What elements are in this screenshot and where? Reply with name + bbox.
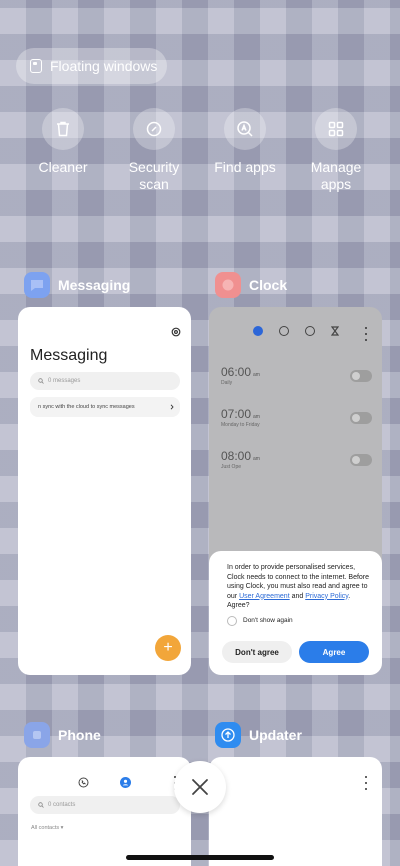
clock-app-name: Clock bbox=[249, 277, 288, 293]
security-scan-icon bbox=[146, 121, 162, 137]
alarm-tab-icon[interactable] bbox=[253, 326, 263, 336]
contacts-search-input[interactable]: 0 contacts bbox=[30, 796, 180, 814]
alarm-repeat: Daily bbox=[221, 380, 233, 386]
search-icon bbox=[38, 802, 44, 808]
dont-show-again-label: Don't show again bbox=[243, 617, 293, 624]
phone-app-name: Phone bbox=[58, 727, 101, 743]
alarm-item[interactable]: 08:00 am Just Ope bbox=[221, 449, 260, 470]
privacy-policy-link[interactable]: Privacy Policy bbox=[305, 593, 348, 600]
trash-icon bbox=[57, 121, 69, 137]
clock-card[interactable]: 06:00 am Daily 07:00 am Monday to Friday 0… bbox=[209, 307, 382, 675]
phone-card[interactable]: 0 contacts All contacts ▾ bbox=[18, 757, 191, 866]
messaging-search-placeholder: 0 messages bbox=[48, 378, 81, 384]
alarm-time: 08:00 bbox=[221, 449, 252, 463]
agree-button[interactable]: Agree bbox=[299, 641, 369, 663]
alarm-toggle[interactable] bbox=[350, 370, 372, 382]
cloud-sync-banner[interactable]: n sync with the cloud to sync messages bbox=[30, 397, 180, 417]
alarm-repeat: Just Ope bbox=[221, 464, 242, 470]
plus-icon: + bbox=[163, 639, 173, 656]
updater-app-name: Updater bbox=[249, 727, 302, 743]
phone-header: Phone bbox=[24, 722, 101, 748]
clock-more-icon[interactable] bbox=[364, 327, 368, 341]
messaging-card[interactable]: Messaging 0 messages n sync with the clo… bbox=[18, 307, 191, 675]
updater-more-icon[interactable] bbox=[364, 776, 368, 790]
home-indicator[interactable] bbox=[126, 855, 274, 860]
dont-show-again-checkbox[interactable]: Don't show again bbox=[227, 615, 372, 626]
user-agreement-link[interactable]: User Agreement bbox=[239, 593, 290, 600]
security-scan-label: Security scan bbox=[128, 159, 180, 192]
all-contacts-label: All contacts ▾ bbox=[31, 825, 64, 831]
manage-apps-label: Manage apps bbox=[310, 159, 362, 192]
updater-card[interactable] bbox=[209, 757, 382, 866]
alarm-repeat: Monday to Friday bbox=[221, 422, 260, 428]
manage-apps-button[interactable]: Manage apps bbox=[296, 108, 376, 193]
messaging-title: Messaging bbox=[30, 347, 108, 364]
alarm-ampm: am bbox=[253, 372, 260, 378]
cleaner-button[interactable]: Cleaner bbox=[23, 108, 103, 176]
updater-header: Updater bbox=[215, 722, 302, 748]
find-apps-icon bbox=[237, 121, 253, 137]
floating-windows-label: Floating windows bbox=[50, 58, 158, 74]
settings-icon[interactable] bbox=[171, 327, 181, 337]
alarm-item[interactable]: 07:00 am Monday to Friday bbox=[221, 407, 260, 428]
manage-apps-icon bbox=[328, 121, 344, 137]
dont-agree-button[interactable]: Don't agree bbox=[222, 641, 292, 663]
find-apps-label: Find apps bbox=[214, 159, 276, 175]
alarm-ampm: am bbox=[253, 456, 260, 462]
security-scan-button[interactable]: Security scan bbox=[114, 108, 194, 193]
contacts-search-placeholder: 0 contacts bbox=[48, 802, 76, 808]
close-icon bbox=[192, 779, 208, 795]
clear-all-button[interactable] bbox=[174, 761, 226, 813]
messaging-search-input[interactable]: 0 messages bbox=[30, 372, 180, 390]
consent-dialog: In order to provide personalised service… bbox=[209, 551, 382, 675]
floating-window-icon bbox=[30, 59, 42, 73]
timer-tab-icon[interactable] bbox=[331, 326, 339, 336]
phone-tab-icon[interactable] bbox=[78, 777, 89, 788]
messaging-app-name: Messaging bbox=[58, 277, 131, 293]
new-message-button[interactable]: + bbox=[155, 635, 181, 661]
alarm-ampm: am bbox=[253, 414, 260, 420]
chevron-right-icon bbox=[170, 404, 174, 410]
alarm-toggle[interactable] bbox=[350, 412, 372, 424]
phone-app-icon bbox=[24, 722, 50, 748]
world-clock-tab-icon[interactable] bbox=[279, 326, 289, 336]
clock-app-icon bbox=[215, 272, 241, 298]
search-icon bbox=[38, 378, 44, 384]
clock-tabs bbox=[253, 326, 339, 336]
alarm-time: 06:00 bbox=[221, 365, 252, 379]
clock-header: Clock bbox=[215, 272, 287, 298]
alarm-time: 07:00 bbox=[221, 407, 252, 421]
alarm-toggle[interactable] bbox=[350, 454, 372, 466]
messaging-app-icon bbox=[24, 272, 50, 298]
consent-text: In order to provide personalised service… bbox=[227, 564, 370, 609]
checkbox-circle bbox=[227, 615, 237, 626]
contacts-tab-icon[interactable] bbox=[120, 777, 131, 788]
updater-app-icon bbox=[215, 722, 241, 748]
alarm-item[interactable]: 06:00 am Daily bbox=[221, 365, 260, 386]
cloud-sync-text: n sync with the cloud to sync messages bbox=[38, 404, 135, 410]
messaging-header: Messaging bbox=[24, 272, 130, 298]
cleaner-label: Cleaner bbox=[38, 159, 88, 175]
floating-windows-button[interactable]: Floating windows bbox=[16, 48, 167, 84]
stopwatch-tab-icon[interactable] bbox=[305, 326, 315, 336]
find-apps-button[interactable]: Find apps bbox=[205, 108, 285, 176]
